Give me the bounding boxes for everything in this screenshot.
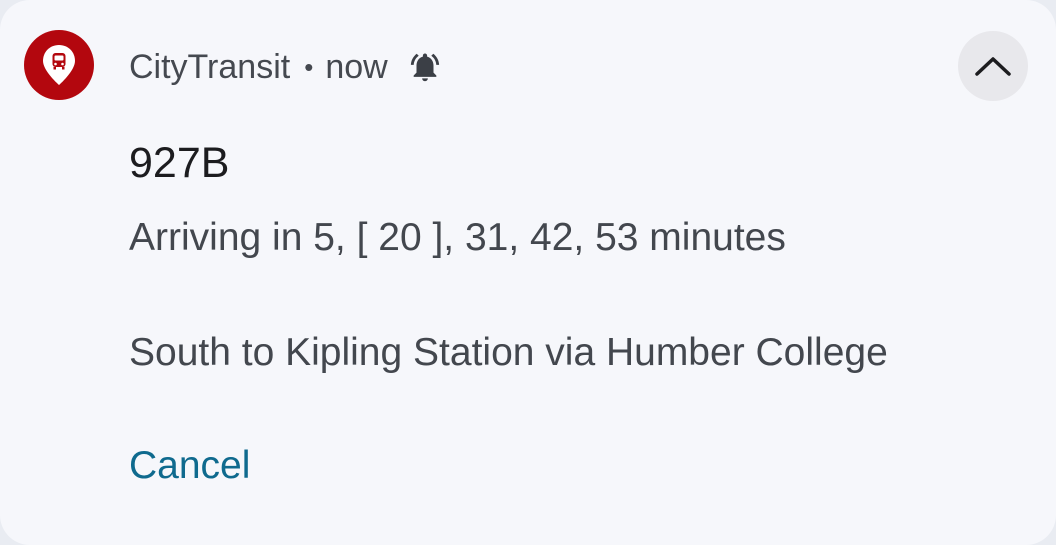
app-icon	[24, 30, 94, 100]
cancel-button[interactable]: Cancel	[129, 442, 250, 490]
map-pin-bus-icon	[43, 45, 75, 85]
arrival-times: Arriving in 5, [ 20 ], 31, 42, 53 minute…	[129, 216, 786, 259]
notification-header: CityTransit • now	[129, 44, 442, 90]
bell-ringing-icon	[408, 50, 442, 84]
chevron-up-icon	[975, 57, 1011, 76]
notification-time: now	[325, 47, 388, 86]
app-name: CityTransit	[129, 47, 291, 86]
collapse-button[interactable]	[958, 31, 1028, 101]
notification-title: 927B	[129, 139, 230, 187]
notification-card[interactable]: CityTransit • now 927B Arriving in 5, [ …	[0, 0, 1056, 545]
route-direction: South to Kipling Station via Humber Coll…	[129, 331, 888, 374]
header-separator: •	[304, 51, 314, 82]
